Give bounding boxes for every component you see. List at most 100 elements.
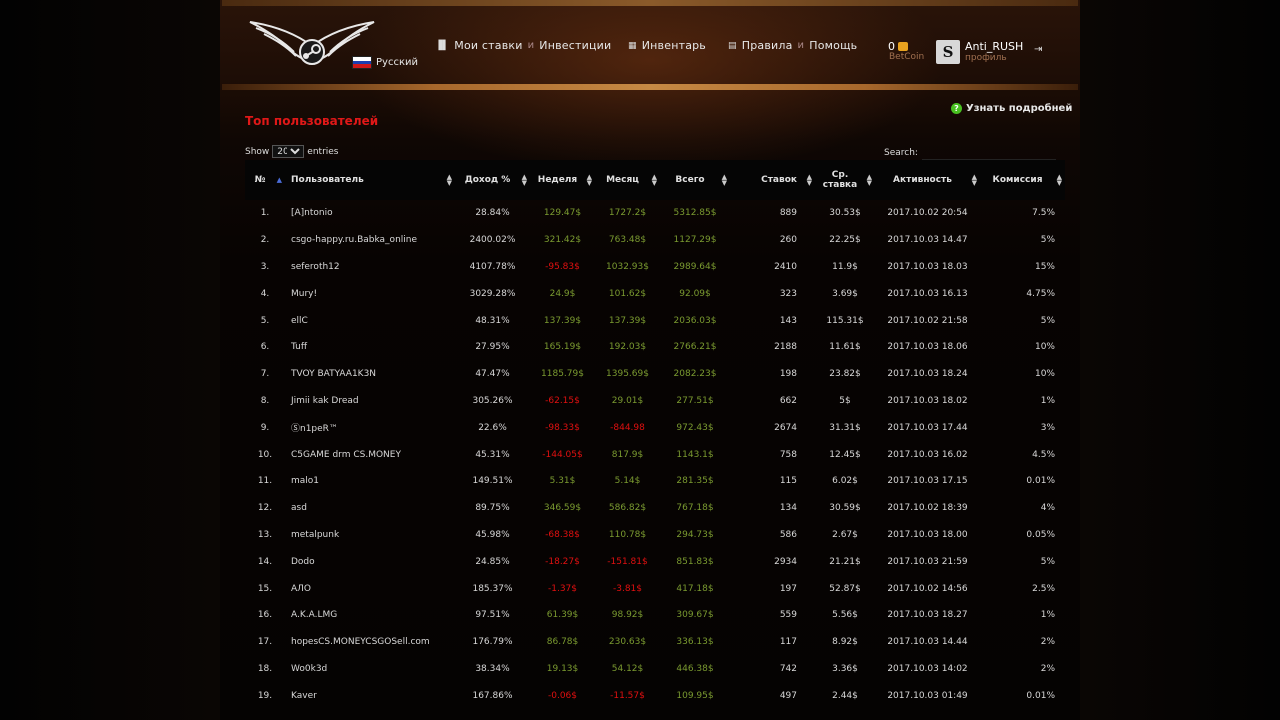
table-row[interactable]: 9. Ⓢn1peR™ 22.6% -98.33$ -844.98 972.43$ 2674 3…: [245, 414, 1065, 441]
row-user[interactable]: Jimii kak Dread: [285, 388, 455, 415]
row-user[interactable]: TVOY BATYAA1K3N: [285, 361, 455, 388]
row-month: -3.81$: [612, 583, 642, 594]
row-user[interactable]: Mury!: [285, 280, 455, 307]
row-total: 2082.23$: [673, 369, 717, 380]
table-row[interactable]: 4. Mury! 3029.28% 24.9$ 101.62$ 92.09$ 323 3.69…: [245, 280, 1065, 307]
nav-inventory[interactable]: ▦ Инвентарь: [628, 39, 706, 52]
row-income: 28.84%: [475, 208, 510, 219]
sort-icon: ▲ ▼: [521, 173, 527, 187]
col-bets[interactable]: Ставок ▲ ▼: [730, 160, 815, 200]
row-user[interactable]: hopesCS.MONEYCSGOSell.com: [285, 629, 455, 656]
row-rank: 1.: [260, 208, 270, 219]
row-week: 24.9$: [549, 288, 576, 299]
row-total: 1143.1$: [676, 449, 714, 460]
row-user[interactable]: A.K.A.LMG: [285, 602, 455, 629]
col-fee[interactable]: Комиссия ▲ ▼: [980, 160, 1065, 200]
row-user[interactable]: seferoth12: [285, 254, 455, 281]
table-row[interactable]: 5. ellC 48.31% 137.39$ 137.39$ 2036.03$ 143 115…: [245, 307, 1065, 334]
row-income: 185.37%: [472, 583, 513, 594]
row-bets: 260: [779, 235, 797, 246]
nav-rules-help[interactable]: ▤ Правила и Помощь: [728, 39, 857, 52]
row-user[interactable]: Wo0k3d: [285, 656, 455, 683]
table-row[interactable]: 18. Wo0k3d 38.34% 19.13$ 54.12$ 446.38$ 742 3.3…: [245, 656, 1065, 683]
row-bets: 662: [779, 395, 797, 406]
row-rank: 7.: [260, 369, 270, 380]
row-user[interactable]: malo1: [285, 468, 455, 495]
row-rank: 19.: [257, 690, 273, 701]
col-month[interactable]: Месяц ▲ ▼: [595, 160, 660, 200]
col-week[interactable]: Неделя ▲ ▼: [530, 160, 595, 200]
table-row[interactable]: 2. csgo-happy.ru.Babka_online 2400.02% 321.…: [245, 227, 1065, 254]
language-selector[interactable]: Русский: [352, 56, 418, 69]
row-income: 22.6%: [478, 422, 507, 433]
table-row[interactable]: 1. [A]ntonio 28.84% 129.47$ 1727.2$ 5312.85$ 8…: [245, 200, 1065, 227]
row-user[interactable]: csgo-happy.ru.Babka_online: [285, 227, 455, 254]
row-income: 305.26%: [472, 395, 513, 406]
row-user[interactable]: ellC: [285, 307, 455, 334]
row-fee: 7.5%: [1032, 208, 1055, 219]
row-income: 97.51%: [475, 610, 510, 621]
row-fee: 0.05%: [1026, 529, 1055, 540]
row-user[interactable]: АЛО: [285, 575, 455, 602]
table-row[interactable]: 11. malo1 149.51% 5.31$ 5.14$ 281.35$ 115 6.02$…: [245, 468, 1065, 495]
table-row[interactable]: 12. asd 89.75% 346.59$ 586.82$ 767.18$ 134 30.5…: [245, 495, 1065, 522]
row-bets: 198: [779, 369, 797, 380]
row-user[interactable]: Kaver: [285, 682, 455, 709]
row-avg-bet: 11.61$: [829, 342, 861, 353]
table-row[interactable]: 14. Dodo 24.85% -18.27$ -151.81$ 851.83$ 2934 2…: [245, 548, 1065, 575]
table-row[interactable]: 3. seferoth12 4107.78% -95.83$ 1032.93$ 2989.…: [245, 254, 1065, 281]
row-week: -62.15$: [545, 395, 580, 406]
col-total[interactable]: Всего ▲ ▼: [660, 160, 730, 200]
col-user[interactable]: Пользователь ▲ ▼: [285, 160, 455, 200]
language-label: Русский: [376, 57, 418, 68]
learn-more-link[interactable]: ? Узнать подробней: [951, 103, 1072, 114]
col-activity[interactable]: Активность ▲ ▼: [875, 160, 980, 200]
row-week: -0.06$: [547, 690, 577, 701]
entries-select[interactable]: 20: [272, 145, 305, 158]
row-bets: 2934: [774, 556, 797, 567]
row-user[interactable]: [A]ntonio: [285, 200, 455, 227]
row-month: 230.63$: [608, 637, 647, 648]
table-row[interactable]: 16. A.K.A.LMG 97.51% 61.39$ 98.92$ 309.67$ 559…: [245, 602, 1065, 629]
nav-my-bets[interactable]: ▐▌ Мои ставки и Инвестиции: [435, 39, 611, 52]
table-row[interactable]: 8. Jimii kak Dread 305.26% -62.15$ 29.01$ 277…: [245, 388, 1065, 415]
table-row[interactable]: 10. C5GAME drm CS.MONEY 45.31% -144.05$ 817.…: [245, 441, 1065, 468]
row-month: 101.62$: [608, 288, 647, 299]
row-week: 1185.79$: [541, 369, 584, 380]
username[interactable]: Anti_RUSH: [965, 40, 1023, 53]
row-activity: 2017.10.02 14:56: [887, 583, 968, 594]
col-income[interactable]: Доход % ▲ ▼: [455, 160, 530, 200]
table-row[interactable]: 17. hopesCS.MONEYCSGOSell.com 176.79% 86.78…: [245, 629, 1065, 656]
row-activity: 2017.10.03 18.00: [887, 529, 968, 540]
row-fee: 4.5%: [1032, 449, 1055, 460]
search-input[interactable]: [921, 145, 1056, 160]
row-rank: 3.: [260, 261, 270, 272]
logout-icon[interactable]: ⇥: [1034, 44, 1044, 55]
profile-link[interactable]: профиль: [965, 53, 1007, 63]
table-row[interactable]: 6. Tuff 27.95% 165.19$ 192.03$ 2766.21$ 2188 11…: [245, 334, 1065, 361]
row-fee: 4%: [1040, 503, 1055, 514]
search-control: Search:: [884, 145, 1056, 160]
avatar[interactable]: S: [936, 40, 960, 64]
col-avg-bet[interactable]: Ср. ставка ▲ ▼: [815, 160, 875, 200]
row-bets: 742: [779, 663, 797, 674]
col-number[interactable]: № ▲: [245, 160, 285, 200]
row-total: 5312.85$: [673, 208, 717, 219]
table-row[interactable]: 15. АЛО 185.37% -1.37$ -3.81$ 417.18$ 197 52.87…: [245, 575, 1065, 602]
row-avg-bet: 3.36$: [832, 663, 858, 674]
table-row[interactable]: 19. Kaver 167.86% -0.06$ -11.57$ 109.95$ 497 2.…: [245, 682, 1065, 709]
row-user[interactable]: Tuff: [285, 334, 455, 361]
table-row[interactable]: 13. metalpunk 45.98% -68.38$ 110.78$ 294.73$ 5…: [245, 522, 1065, 549]
row-user[interactable]: metalpunk: [285, 522, 455, 549]
sort-icon: ▲ ▼: [1056, 173, 1062, 187]
row-avg-bet: 11.9$: [832, 261, 858, 272]
row-user[interactable]: C5GAME drm CS.MONEY: [285, 441, 455, 468]
table-row[interactable]: 7. TVOY BATYAA1K3N 47.47% 1185.79$ 1395.69$ 2…: [245, 361, 1065, 388]
row-avg-bet: 2.44$: [832, 690, 858, 701]
row-user[interactable]: Ⓢn1peR™: [285, 414, 455, 441]
row-user[interactable]: Dodo: [285, 548, 455, 575]
row-week: -144.05$: [542, 449, 583, 460]
row-income: 24.85%: [475, 556, 510, 567]
row-user[interactable]: asd: [285, 495, 455, 522]
header-frame-bottom: [222, 84, 1078, 90]
